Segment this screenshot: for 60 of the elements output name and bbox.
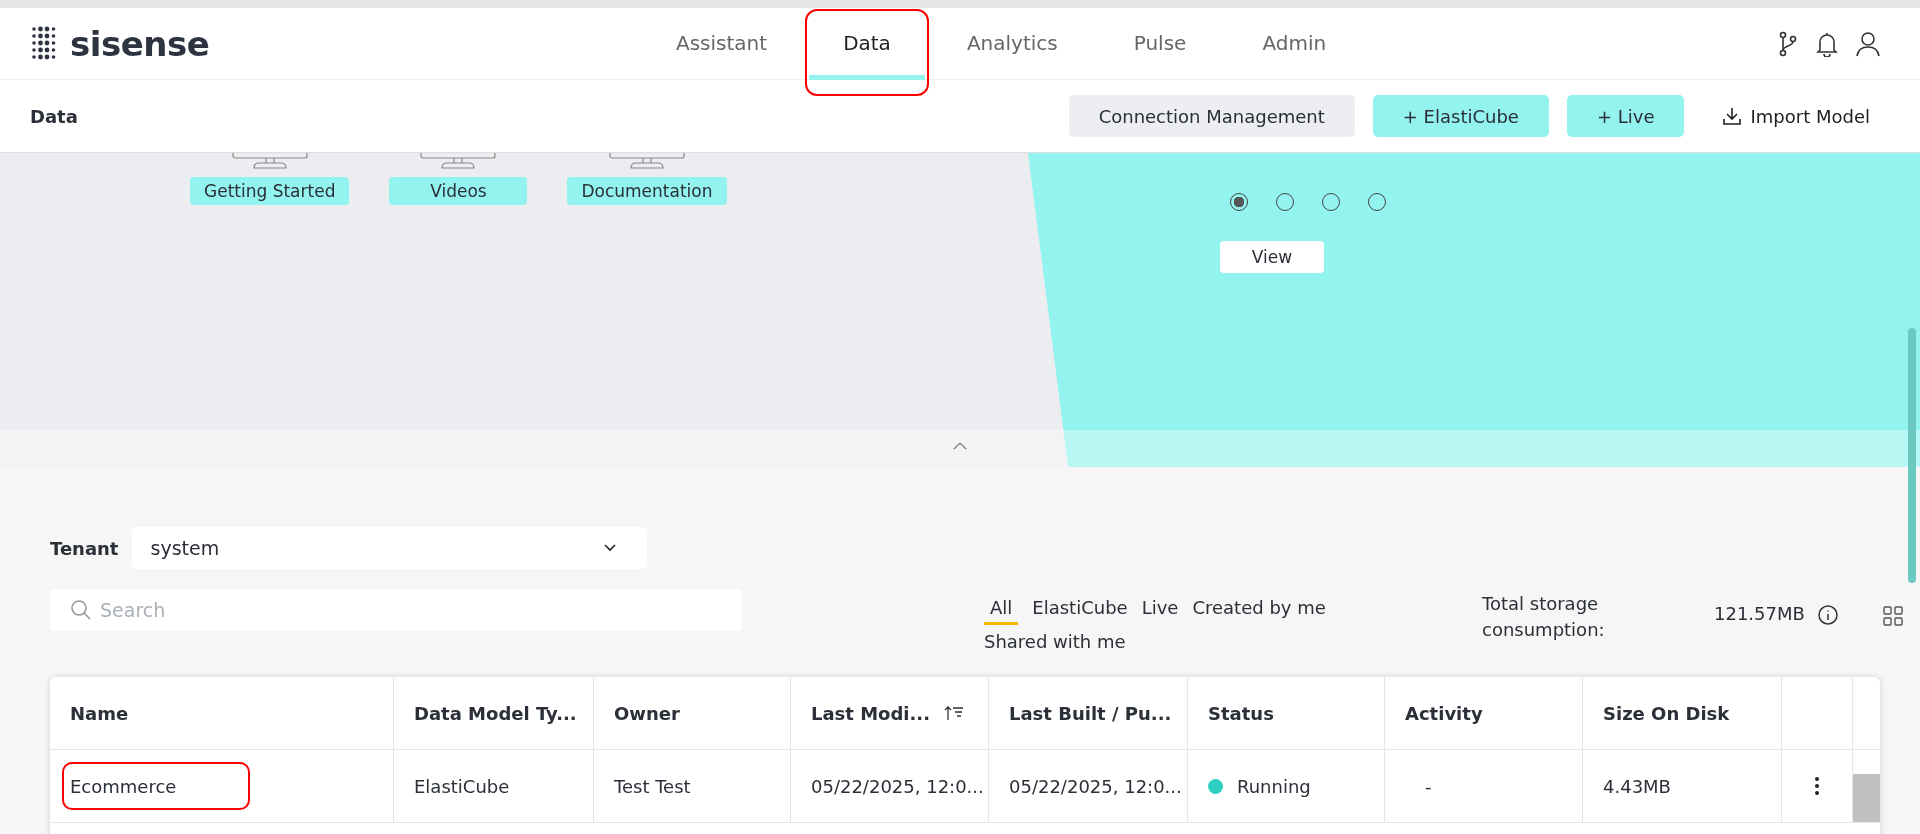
- view-button[interactable]: View: [1220, 241, 1324, 273]
- brand-name: sisense: [70, 23, 210, 64]
- nav-tab[interactable]: Analytics: [932, 8, 1092, 80]
- carousel-dot[interactable]: [1230, 193, 1248, 211]
- nav-tab[interactable]: Data: [809, 8, 925, 80]
- monitor-icon: [608, 153, 685, 169]
- filter-tab[interactable]: Live: [1141, 597, 1179, 625]
- page-scrollbar[interactable]: [1908, 328, 1916, 583]
- chevron-up-icon[interactable]: [953, 442, 967, 450]
- filter-tab[interactable]: Shared with me: [984, 631, 1126, 659]
- column-header[interactable]: Name: [70, 702, 129, 724]
- more-menu-icon[interactable]: [1815, 777, 1819, 795]
- logo-dots-icon: [30, 25, 58, 62]
- bell-icon[interactable]: [1816, 30, 1838, 57]
- resource-chip[interactable]: Videos: [389, 177, 528, 205]
- monitor-icon: [231, 153, 308, 169]
- column-header[interactable]: Activity: [1405, 702, 1483, 724]
- search-field[interactable]: Search: [50, 589, 742, 631]
- page-title: Data: [30, 105, 78, 127]
- column-header[interactable]: Owner: [614, 702, 680, 724]
- table-cell: 05/22/2025, 12:0...: [1009, 775, 1182, 797]
- table-cell: 05/22/2025, 12:0...: [811, 775, 984, 797]
- storage-value: 121.57MB: [1714, 603, 1805, 624]
- tenant-dropdown[interactable]: system: [132, 527, 648, 569]
- nav-tab[interactable]: Assistant: [642, 8, 802, 80]
- table-cell: -: [1425, 775, 1432, 797]
- add-button[interactable]: + ElastiCube: [1372, 95, 1549, 137]
- info-icon[interactable]: [1816, 604, 1839, 626]
- table-cell: 4.43MB: [1603, 775, 1671, 797]
- column-header[interactable]: Status: [1208, 702, 1274, 724]
- search-icon: [70, 599, 92, 621]
- chevron-down-icon: [603, 544, 618, 552]
- connection-management-button[interactable]: Connection Management: [1068, 95, 1355, 137]
- add-button[interactable]: + Live: [1566, 95, 1685, 137]
- sort-icon[interactable]: [944, 705, 965, 721]
- table-cell: Test Test: [614, 775, 691, 797]
- monitor-icon: [420, 153, 497, 169]
- import-model-button[interactable]: Import Model: [1702, 95, 1890, 137]
- storage-label: Total storage consumption:: [1482, 592, 1606, 642]
- column-header[interactable]: Data Model Ty...: [414, 702, 577, 724]
- column-header[interactable]: Last Modi...: [811, 702, 931, 724]
- table-cell: ElastiCube: [414, 775, 510, 797]
- status-text: Running: [1237, 775, 1311, 797]
- download-icon: [1722, 106, 1743, 126]
- column-header[interactable]: Last Built / Pu...: [1009, 702, 1172, 724]
- table-scrollbar[interactable]: [1853, 774, 1880, 822]
- resource-chip[interactable]: Documentation: [567, 177, 727, 205]
- tenant-label: Tenant: [50, 537, 119, 559]
- grid-view-icon[interactable]: [1882, 606, 1903, 626]
- nav-tab[interactable]: Admin: [1228, 8, 1361, 80]
- nav-tab[interactable]: Pulse: [1099, 8, 1221, 80]
- table-cell[interactable]: Ecommerce: [70, 775, 177, 797]
- column-header[interactable]: Size On Disk: [1603, 702, 1730, 724]
- filter-tab[interactable]: All: [984, 597, 1019, 625]
- user-icon[interactable]: [1856, 30, 1880, 57]
- filter-tab[interactable]: Created by me: [1192, 597, 1326, 625]
- branch-icon[interactable]: [1778, 30, 1798, 57]
- filter-tab[interactable]: ElastiCube: [1032, 597, 1128, 625]
- resource-chip[interactable]: Getting Started: [190, 177, 350, 205]
- status-dot: [1208, 778, 1223, 794]
